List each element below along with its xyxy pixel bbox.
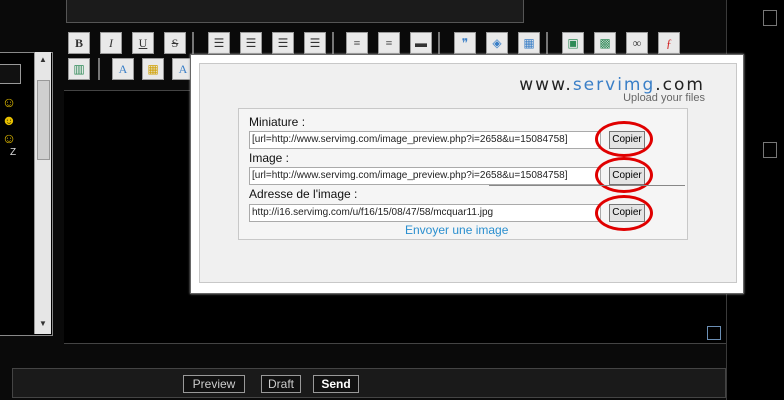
- draft-button[interactable]: Draft: [261, 375, 301, 393]
- image-icon[interactable]: ▣: [562, 32, 584, 54]
- justify-icon[interactable]: ☰: [304, 32, 326, 54]
- underline-icon[interactable]: U: [132, 32, 154, 54]
- align-center-icon[interactable]: ☰: [240, 32, 262, 54]
- address-field[interactable]: http://i16.servimg.com/u/f16/15/08/47/58…: [249, 204, 601, 222]
- image-host-popup: www.servimg.com Upload your files Miniat…: [190, 54, 744, 294]
- panel-letter: Z: [10, 147, 17, 158]
- toolbar-separator: [332, 32, 334, 54]
- color-icon[interactable]: ▦: [142, 58, 164, 80]
- align-left-icon[interactable]: ☰: [208, 32, 230, 54]
- sidebar-marker: [763, 142, 777, 158]
- thumbnail-code-field[interactable]: [url=http://www.servimg.com/image_previe…: [249, 131, 601, 149]
- preview-button[interactable]: Preview: [183, 375, 245, 393]
- code-icon[interactable]: ◈: [486, 32, 508, 54]
- scroll-up-icon[interactable]: ▲: [35, 54, 51, 66]
- popup-body: www.servimg.com Upload your files Miniat…: [199, 63, 737, 283]
- smiley-icon[interactable]: ☺: [0, 93, 18, 111]
- highlight-circle: [595, 121, 653, 157]
- highlight-circle: [595, 157, 653, 193]
- smiley-category-select[interactable]: [0, 64, 21, 84]
- italic-icon[interactable]: I: [100, 32, 122, 54]
- image-code-field[interactable]: [url=http://www.servimg.com/image_previe…: [249, 167, 601, 185]
- address-label: Adresse de l'image :: [249, 187, 358, 201]
- toolbar-separator: [546, 32, 548, 54]
- bold-icon[interactable]: B: [68, 32, 90, 54]
- send-button[interactable]: Send: [313, 375, 359, 393]
- links-card: Miniature : [url=http://www.servimg.com/…: [238, 108, 688, 240]
- bullet-list-icon[interactable]: ≡: [346, 32, 368, 54]
- subject-field[interactable]: [66, 0, 524, 23]
- highlight-circle: [595, 195, 653, 231]
- scroll-thumb[interactable]: [37, 80, 50, 160]
- smiley-scrollbar[interactable]: ▲ ▼: [34, 52, 51, 334]
- resize-handle[interactable]: [707, 326, 721, 340]
- divider: [489, 185, 685, 186]
- toolbar-separator: [438, 32, 440, 54]
- logo-prefix: www.: [519, 75, 573, 95]
- font-icon[interactable]: A: [112, 58, 134, 80]
- flash-icon[interactable]: ƒ: [658, 32, 680, 54]
- toolbar-separator: [192, 32, 194, 54]
- quote-icon[interactable]: ❞: [454, 32, 476, 54]
- thumbnail-label: Miniature :: [249, 115, 306, 129]
- sidebar-marker: [763, 10, 777, 26]
- image-label: Image :: [249, 151, 290, 165]
- host-image-icon[interactable]: ▩: [594, 32, 616, 54]
- hr-icon[interactable]: ▬: [410, 32, 432, 54]
- toolbar-separator: [98, 58, 100, 80]
- smiley-icon[interactable]: ☻: [0, 111, 18, 129]
- upload-image-link[interactable]: Envoyer une image: [405, 223, 508, 237]
- servimg-logo: www.servimg.com Upload your files: [500, 76, 705, 104]
- strike-icon[interactable]: S: [164, 32, 186, 54]
- action-bar: Preview Draft Send: [12, 368, 726, 398]
- scroll-down-icon[interactable]: ▼: [35, 318, 51, 330]
- table-icon[interactable]: ▦: [518, 32, 540, 54]
- smiley-icon[interactable]: ☺: [0, 129, 18, 147]
- numbered-list-icon[interactable]: ≡: [378, 32, 400, 54]
- link-icon[interactable]: ∞: [626, 32, 648, 54]
- video-icon[interactable]: ▥: [68, 58, 90, 80]
- align-right-icon[interactable]: ☰: [272, 32, 294, 54]
